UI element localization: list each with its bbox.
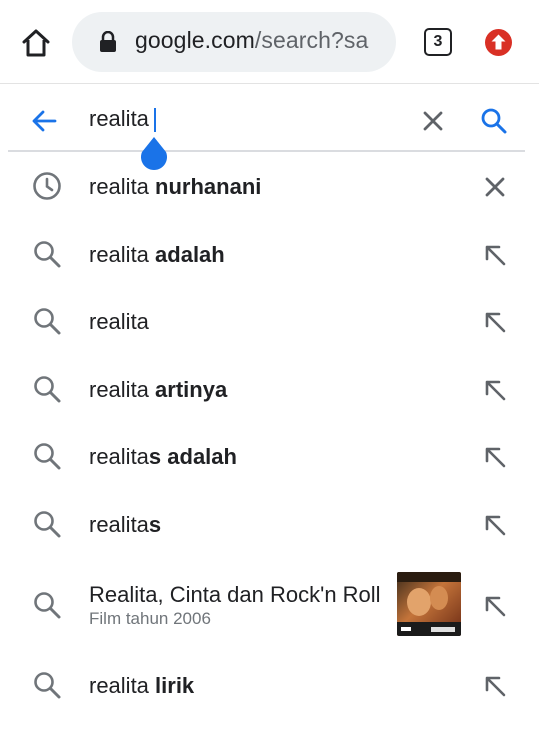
text-cursor (154, 108, 156, 132)
suggestion-item[interactable]: realita nurhanani (0, 153, 539, 220)
entity-suggestion-item[interactable]: Realita, Cinta dan Rock'n Roll Film tahu… (0, 558, 539, 651)
suggestion-subtitle: Film tahun 2006 (89, 609, 211, 628)
search-input[interactable]: realita (89, 106, 149, 132)
fill-query-arrow-icon[interactable] (482, 512, 508, 538)
search-icon (32, 670, 62, 700)
suggestion-text: realita adalah (89, 242, 225, 267)
suggestion-item[interactable]: realita lirik (0, 651, 539, 719)
back-arrow-icon[interactable] (30, 107, 58, 135)
search-icon (32, 509, 62, 539)
suggestion-item[interactable]: realitas adalah (0, 423, 539, 490)
search-bar: realita (0, 85, 539, 153)
url-path: /search?sa (254, 27, 369, 53)
fill-query-arrow-icon[interactable] (482, 444, 508, 470)
lock-icon (98, 30, 118, 53)
search-icon (32, 239, 62, 269)
film-poster-thumbnail (397, 572, 461, 636)
fill-query-arrow-icon[interactable] (482, 673, 508, 699)
suggestion-item[interactable]: realita adalah (0, 220, 539, 288)
tab-switcher-icon[interactable]: 3 (424, 28, 452, 56)
remove-suggestion-icon[interactable] (482, 174, 508, 200)
search-icon (32, 374, 62, 404)
search-icon[interactable] (480, 107, 508, 135)
suggestion-text: realitas adalah (89, 444, 237, 469)
suggestion-text: realita (89, 309, 149, 334)
fill-query-arrow-icon[interactable] (482, 377, 508, 403)
suggestion-text: realitas (89, 512, 162, 537)
suggestion-item[interactable]: realitas (0, 490, 539, 558)
fill-query-arrow-icon[interactable] (482, 593, 508, 619)
update-icon[interactable] (485, 29, 512, 56)
clear-icon[interactable] (422, 110, 444, 132)
tab-count: 3 (433, 33, 443, 50)
suggestion-text: realita lirik (89, 673, 195, 698)
fill-query-arrow-icon[interactable] (482, 309, 508, 335)
home-icon[interactable] (20, 27, 52, 59)
fill-query-arrow-icon[interactable] (482, 242, 508, 268)
suggestion-item[interactable]: realita artinya (0, 355, 539, 423)
url-text: google.com/search?sa (135, 27, 368, 54)
search-underline (8, 150, 525, 152)
search-icon (32, 441, 62, 471)
browser-toolbar: google.com/search?sa 3 (0, 0, 539, 84)
suggestion-text: realita artinya (89, 377, 228, 402)
url-domain: google.com (135, 27, 255, 53)
address-bar[interactable]: google.com/search?sa (72, 12, 396, 72)
search-icon (32, 306, 62, 336)
history-icon (32, 171, 62, 201)
suggestion-text: realita nurhanani (89, 174, 262, 199)
search-icon (32, 590, 62, 620)
suggestion-text: Realita, Cinta dan Rock'n Roll (89, 582, 381, 607)
suggestion-item[interactable]: realita (0, 288, 539, 355)
